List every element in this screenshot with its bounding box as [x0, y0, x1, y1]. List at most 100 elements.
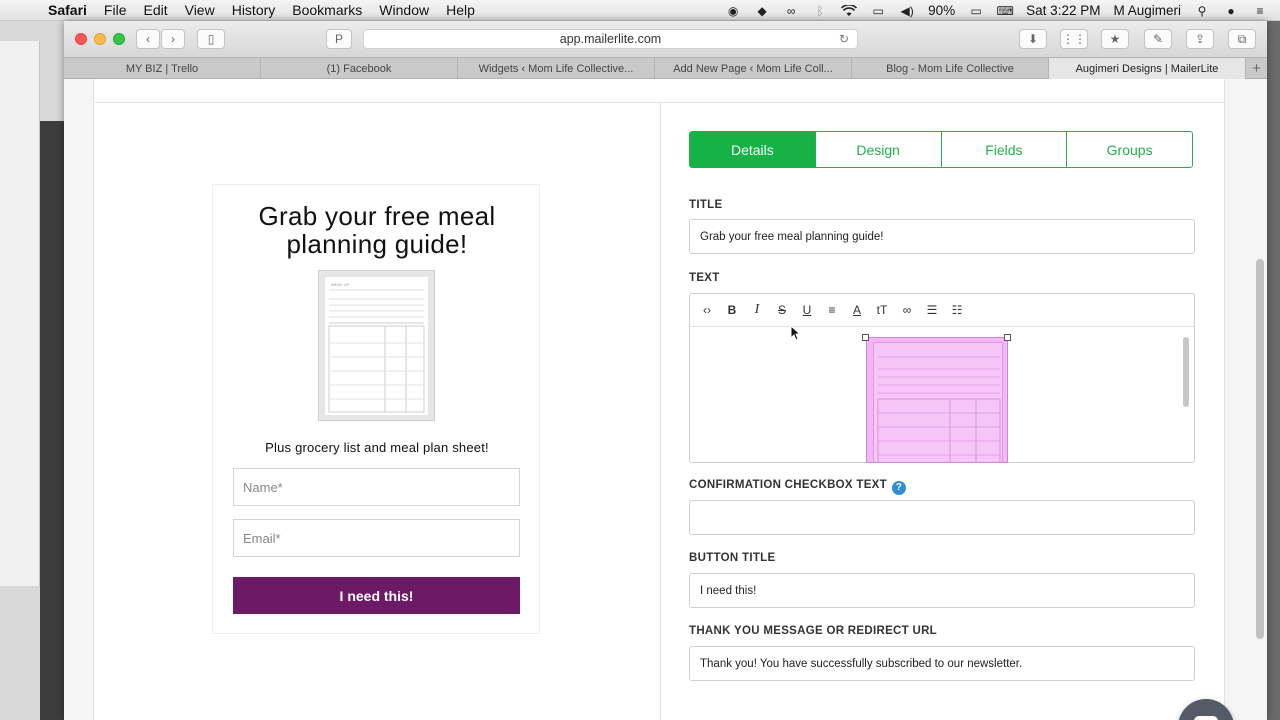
- creative-cloud-icon[interactable]: ∞: [783, 4, 799, 18]
- user-name[interactable]: M Augimeri: [1113, 3, 1181, 18]
- resize-handle-top-right[interactable]: [1004, 334, 1011, 341]
- font-size-icon[interactable]: tT: [873, 301, 891, 319]
- forward-button[interactable]: ›: [161, 29, 185, 49]
- tab-blog[interactable]: Blog - Mom Life Collective: [852, 58, 1049, 79]
- spotlight-icon[interactable]: ⚲: [1194, 4, 1210, 18]
- tab-trello[interactable]: MY BIZ | Trello: [64, 58, 261, 79]
- code-icon[interactable]: ‹›: [698, 301, 716, 319]
- link-icon[interactable]: ∞: [898, 301, 916, 319]
- dropbox-icon[interactable]: ◆: [754, 4, 770, 18]
- selected-image[interactable]: [866, 337, 1008, 463]
- page-content: Grab your free meal planning guide! WEEK…: [64, 79, 1267, 720]
- form-editor-card: Grab your free meal planning guide! WEEK…: [93, 79, 1225, 720]
- numbered-list-icon[interactable]: ☷: [948, 301, 966, 319]
- airplay-icon[interactable]: ▭: [870, 4, 886, 18]
- title-field[interactable]: Grab your free meal planning guide!: [689, 219, 1195, 254]
- editor-toolbar: ‹› B I S U ≡ A tT ∞ ☰ ☷: [690, 294, 1194, 327]
- menu-bookmarks[interactable]: Bookmarks: [292, 2, 362, 18]
- background-app: [0, 21, 64, 720]
- wifi-icon[interactable]: [841, 4, 858, 18]
- new-tab-button[interactable]: +: [1246, 58, 1267, 78]
- sidebar-toggle-icon[interactable]: ▯: [197, 29, 225, 49]
- strikethrough-icon[interactable]: S: [773, 301, 791, 319]
- page-scrollbar[interactable]: [1256, 259, 1264, 639]
- keyboard-icon[interactable]: ⌨: [997, 4, 1014, 18]
- background-panel: [0, 41, 40, 586]
- battery-percent: 90%: [928, 3, 956, 18]
- help-icon[interactable]: ?: [891, 480, 906, 495]
- menu-help[interactable]: Help: [446, 2, 475, 18]
- bold-icon[interactable]: B: [723, 301, 741, 319]
- confirmation-label: CONFIRMATION CHECKBOX TEXT?: [689, 479, 906, 495]
- text-label: TEXT: [689, 272, 720, 284]
- button-title-label: BUTTON TITLE: [689, 552, 776, 564]
- close-window-button[interactable]: [75, 33, 87, 45]
- preview-subtitle: Plus grocery list and meal plan sheet!: [265, 440, 489, 455]
- text-editor[interactable]: ‹› B I S U ≡ A tT ∞ ☰ ☷: [689, 293, 1195, 463]
- chat-icon: [1194, 716, 1218, 720]
- tabs-overview-icon[interactable]: ⧉: [1228, 29, 1256, 49]
- notification-center-icon[interactable]: ≡: [1252, 4, 1268, 18]
- bullet-list-icon[interactable]: ☰: [923, 301, 941, 319]
- tab-groups[interactable]: Groups: [1066, 132, 1192, 167]
- preview-title: Grab your free meal planning guide!: [258, 201, 496, 259]
- svg-text:WEEK OF: WEEK OF: [331, 282, 350, 287]
- align-icon[interactable]: ≡: [823, 301, 841, 319]
- menu-edit[interactable]: Edit: [143, 2, 167, 18]
- back-button[interactable]: ‹: [136, 29, 160, 49]
- underline-icon[interactable]: U: [798, 301, 816, 319]
- card-divider-top: [94, 102, 1224, 103]
- tab-mailerlite[interactable]: Augimeri Designs | MailerLite: [1049, 58, 1246, 79]
- downloads-icon[interactable]: ⬇: [1019, 29, 1047, 49]
- url-text: app.mailerlite.com: [559, 32, 662, 46]
- confirmation-field[interactable]: [689, 500, 1195, 535]
- record-icon[interactable]: ◉: [725, 4, 741, 18]
- resize-handle-top-left[interactable]: [862, 334, 869, 341]
- tab-add-new-page[interactable]: Add New Page ‹ Mom Life Coll...: [655, 58, 852, 79]
- clock[interactable]: Sat 3:22 PM: [1026, 3, 1100, 18]
- tab-details[interactable]: Details: [690, 132, 815, 167]
- bookmark-icon[interactable]: ★: [1101, 29, 1129, 49]
- menu-app-name[interactable]: Safari: [48, 2, 87, 18]
- title-label: TITLE: [689, 199, 723, 211]
- confirmation-label-text: CONFIRMATION CHECKBOX TEXT: [689, 479, 887, 491]
- thank-you-field[interactable]: Thank you! You have successfully subscri…: [689, 646, 1195, 681]
- text-color-icon[interactable]: A: [848, 301, 866, 319]
- background-toolbar: [40, 121, 64, 720]
- browser-titlebar: ‹ › ▯ P app.mailerlite.com ↻ ⬇ ⋮⋮ ★ ✎ ⇪ …: [64, 21, 1267, 57]
- tab-bar: MY BIZ | Trello (1) Facebook Widgets ‹ M…: [64, 57, 1267, 79]
- editor-scrollbar[interactable]: [1183, 337, 1189, 407]
- tab-fields[interactable]: Fields: [940, 132, 1067, 167]
- battery-icon[interactable]: ▭: [968, 4, 984, 18]
- menu-bar: Safari File Edit View History Bookmarks …: [0, 0, 1280, 21]
- menu-window[interactable]: Window: [379, 2, 429, 18]
- tab-design[interactable]: Design: [814, 132, 941, 167]
- share-icon[interactable]: ⇪: [1186, 29, 1214, 49]
- zoom-window-button[interactable]: [113, 33, 125, 45]
- siri-icon[interactable]: ●: [1223, 4, 1239, 18]
- tab-widgets[interactable]: Widgets ‹ Mom Life Collective...: [458, 58, 655, 79]
- button-title-field[interactable]: I need this!: [689, 573, 1195, 608]
- meal-planner-image: WEEK OF: [318, 270, 435, 421]
- pinterest-icon[interactable]: P: [326, 29, 352, 49]
- thank-you-label: THANK YOU MESSAGE OR REDIRECT URL: [689, 625, 938, 637]
- preview-submit-button[interactable]: I need this!: [233, 577, 520, 614]
- minimize-window-button[interactable]: [94, 33, 106, 45]
- mouse-cursor-icon: [790, 325, 802, 341]
- grid-icon[interactable]: ⋮⋮: [1060, 29, 1088, 49]
- menu-history[interactable]: History: [232, 2, 276, 18]
- browser-window: ‹ › ▯ P app.mailerlite.com ↻ ⬇ ⋮⋮ ★ ✎ ⇪ …: [64, 21, 1267, 720]
- italic-icon[interactable]: I: [748, 301, 766, 319]
- bluetooth-icon[interactable]: ᛒ: [812, 4, 828, 18]
- tab-facebook[interactable]: (1) Facebook: [261, 58, 458, 79]
- card-divider-vertical: [660, 103, 661, 720]
- address-bar[interactable]: app.mailerlite.com ↻: [363, 29, 858, 49]
- settings-tabs: Details Design Fields Groups: [689, 131, 1193, 168]
- name-input[interactable]: Name*: [233, 468, 520, 506]
- volume-icon[interactable]: ◀): [899, 4, 915, 18]
- menu-file[interactable]: File: [104, 2, 127, 18]
- reload-icon[interactable]: ↻: [839, 32, 849, 46]
- menu-view[interactable]: View: [185, 2, 215, 18]
- edit-icon[interactable]: ✎: [1144, 29, 1172, 49]
- email-input[interactable]: Email*: [233, 519, 520, 557]
